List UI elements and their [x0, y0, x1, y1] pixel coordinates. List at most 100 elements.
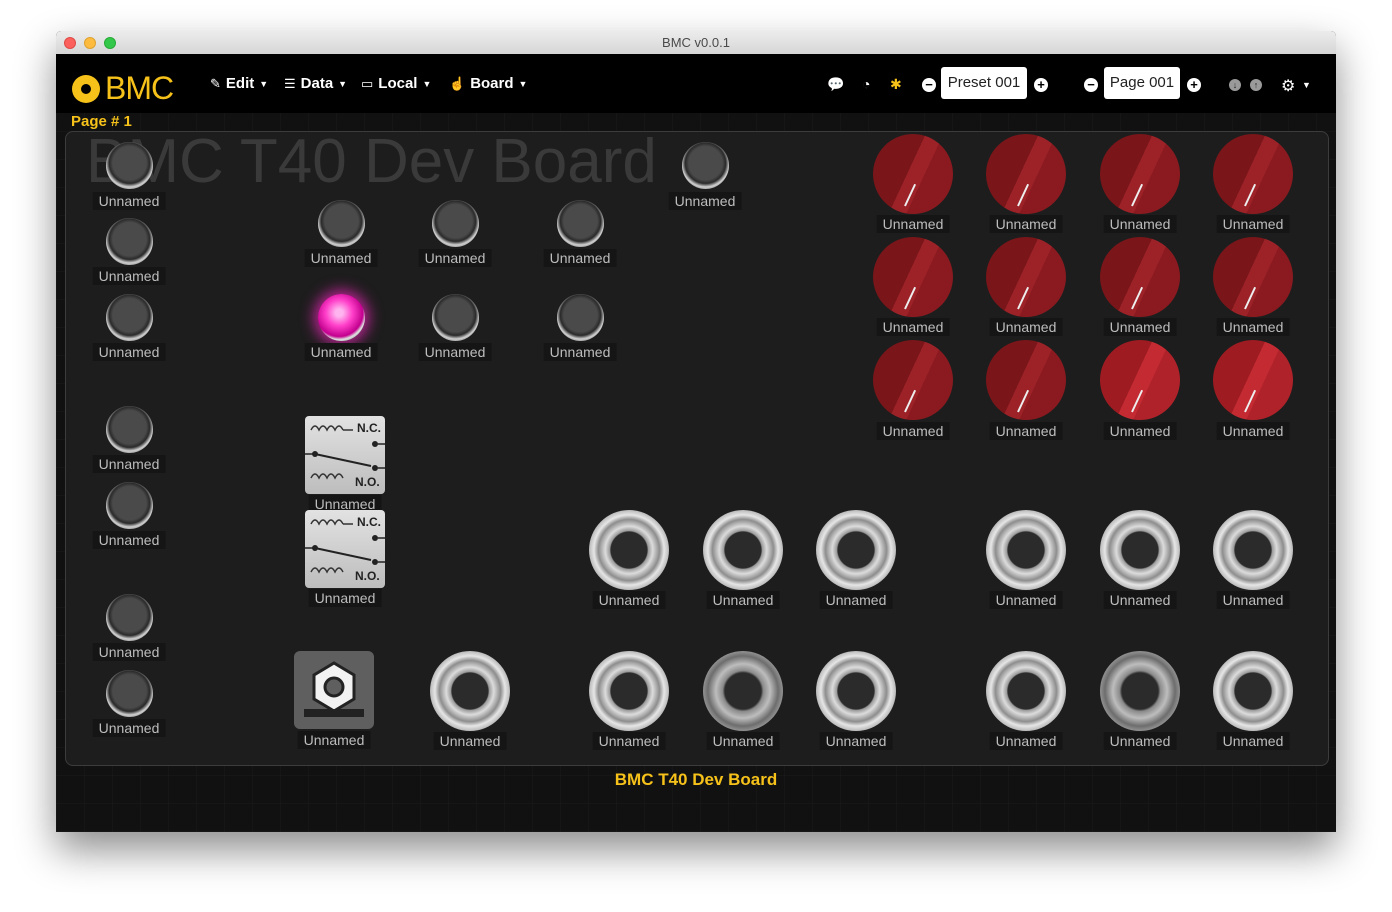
control-label: Unnamed	[592, 732, 666, 750]
footswitch-icon	[589, 651, 669, 731]
knob-pointer	[904, 286, 917, 310]
knob-pointer	[1244, 286, 1257, 310]
knob-pointer	[1131, 389, 1144, 413]
pointer-hand-icon: ☝	[449, 75, 466, 91]
menu-local-label: Local	[378, 75, 418, 92]
control-label: Unnamed	[1103, 318, 1177, 336]
control-label: Unnamed	[92, 719, 166, 737]
comments-icon[interactable]: 💬	[827, 76, 844, 93]
menu-edit[interactable]: ✎ Edit ▼	[210, 75, 268, 92]
knob-pointer	[1017, 286, 1030, 310]
footswitch-icon	[1100, 651, 1180, 731]
control-label: Unnamed	[876, 215, 950, 233]
control-label: Unnamed	[92, 643, 166, 661]
preset-next-button[interactable]: +	[1034, 78, 1048, 92]
control-label: Unnamed	[92, 531, 166, 549]
control-label: Unnamed	[592, 591, 666, 609]
led-indicator	[432, 200, 479, 247]
arrow-up-icon[interactable]: ↑	[1250, 79, 1262, 91]
preset-display[interactable]: Preset 001	[941, 67, 1027, 99]
menu-edit-label: Edit	[225, 75, 255, 92]
control-label: Unnamed	[989, 318, 1063, 336]
window-title: BMC v0.0.1	[662, 35, 730, 50]
monitor-icon: ▭	[361, 75, 374, 91]
knob-pointer	[1131, 286, 1144, 310]
control-label: Unnamed	[989, 591, 1063, 609]
knob-dial	[986, 237, 1066, 317]
midi-connector-icon	[72, 74, 100, 103]
control-label: Unnamed	[92, 455, 166, 473]
control-label: Unnamed	[1216, 591, 1290, 609]
footswitch-icon	[589, 510, 669, 590]
knob-pointer	[1017, 389, 1030, 413]
page-prev-button[interactable]: −	[1084, 78, 1098, 92]
knob-dial	[1100, 237, 1180, 317]
knob-dial	[873, 237, 953, 317]
led-indicator	[106, 670, 153, 717]
led-indicator	[318, 200, 365, 247]
control-label: Unnamed	[433, 732, 507, 750]
footswitch-icon	[816, 651, 896, 731]
control-label: Unnamed	[308, 589, 382, 607]
led-indicator	[106, 294, 153, 341]
control-label: Unnamed	[1103, 422, 1177, 440]
board-footer-title: BMC T40 Dev Board	[614, 770, 778, 789]
knob-dial	[873, 340, 953, 420]
board-canvas: Page # 1 BMC T40 Dev Board Unnamed Unnam…	[56, 113, 1336, 832]
menu-board[interactable]: ☝ Board ▼	[449, 75, 527, 92]
control-label: Unnamed	[92, 267, 166, 285]
caret-down-icon[interactable]: ▼	[1302, 80, 1311, 90]
control-label: Unnamed	[304, 249, 378, 267]
knob-pointer	[1131, 183, 1144, 207]
led-indicator	[106, 482, 153, 529]
knob-dial	[1213, 134, 1293, 214]
bug-icon[interactable]: ✱	[890, 76, 902, 93]
led-indicator	[106, 142, 153, 189]
footswitch-icon	[703, 510, 783, 590]
edit-icon: ✎	[210, 75, 221, 91]
caret-down-icon: ▼	[422, 78, 432, 89]
navbar: BMC ✎ Edit ▼ ☰ Data ▼ ▭ Local ▼ ☝ Board …	[56, 54, 1336, 113]
knob-dial	[1100, 340, 1180, 420]
dev-board: BMC T40 Dev Board Unnamed Unnamed Unname…	[65, 127, 1329, 766]
control-label: Unnamed	[92, 192, 166, 210]
preset-prev-button[interactable]: −	[922, 78, 936, 92]
led-indicator	[106, 218, 153, 265]
control-label: Unnamed	[668, 192, 742, 210]
control-label: Unnamed	[543, 343, 617, 361]
relay-switch-icon: N.C. N.O.	[305, 510, 385, 588]
knob-pointer	[904, 183, 917, 207]
footswitch-icon	[430, 651, 510, 731]
control-label: Unnamed	[819, 732, 893, 750]
control-label: Unnamed	[92, 343, 166, 361]
control-label: Unnamed	[1216, 318, 1290, 336]
caret-down-icon: ▼	[338, 78, 348, 89]
control-label: Unnamed	[1103, 215, 1177, 233]
menu-local[interactable]: ▭ Local ▼	[361, 75, 431, 92]
footswitch-icon	[1213, 510, 1293, 590]
page-next-button[interactable]: +	[1187, 78, 1201, 92]
menu-data-label: Data	[300, 75, 334, 92]
control-label: Unnamed	[297, 731, 371, 749]
led-indicator	[432, 294, 479, 341]
menu-data[interactable]: ☰ Data ▼	[284, 75, 347, 92]
control-label: Unnamed	[418, 249, 492, 267]
led-indicator	[682, 142, 729, 189]
knob-dial	[986, 134, 1066, 214]
footswitch-icon	[816, 510, 896, 590]
footswitch-icon	[986, 651, 1066, 731]
bmc-logo[interactable]: BMC	[72, 70, 174, 107]
control-label: Unnamed	[1216, 215, 1290, 233]
page-display[interactable]: Page 001	[1104, 67, 1180, 99]
control-label: Unnamed	[1103, 732, 1177, 750]
arrow-down-icon[interactable]: ↓	[1229, 79, 1241, 91]
dashboard-icon[interactable]: ◔	[862, 76, 870, 92]
gear-icon[interactable]: ⚙	[1281, 76, 1295, 96]
relay-nc-label: N.C.	[357, 421, 381, 435]
footswitch-icon	[703, 651, 783, 731]
knob-pointer	[1017, 183, 1030, 207]
led-indicator	[106, 406, 153, 453]
control-label: Unnamed	[1216, 422, 1290, 440]
knob-pointer	[1244, 183, 1257, 207]
control-label: Unnamed	[418, 343, 492, 361]
